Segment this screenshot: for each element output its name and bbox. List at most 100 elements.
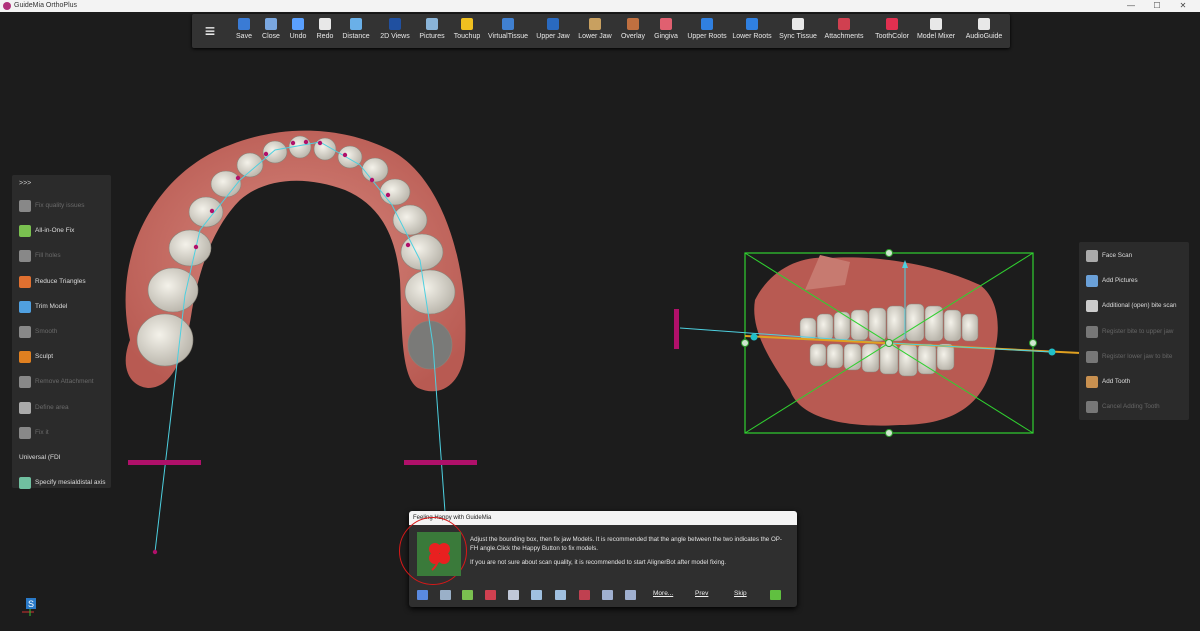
toolbar-button-upper-roots[interactable]: Upper Roots: [687, 18, 727, 46]
skip-link[interactable]: Skip: [734, 590, 747, 597]
register-lower-icon: [1086, 350, 1098, 363]
right-panel-item-label: Cancel Adding Tooth: [1102, 403, 1160, 411]
left-panel-item-trim-model[interactable]: Trim Model: [17, 297, 109, 317]
toolbar-button-virtualtissue[interactable]: VirtualTissue: [488, 18, 528, 46]
jaw-icon[interactable]: [485, 590, 496, 600]
sync-tissue-icon: [792, 18, 804, 30]
menu-lines-icon[interactable]: [417, 590, 428, 600]
right-panel-item-register-lower-jaw-to-bite[interactable]: Register lower jaw to bite: [1084, 347, 1188, 367]
left-panel-item-all-in-one-fix[interactable]: All-in-One Fix: [17, 221, 109, 241]
toolbar-button-label: Distance: [342, 33, 370, 40]
right-panel-item-add-tooth[interactable]: Add Tooth: [1084, 372, 1188, 392]
hamburger-menu-button[interactable]: ≡: [198, 20, 222, 42]
toolbar-button-label: Upper Roots: [687, 33, 727, 40]
more-link[interactable]: More...: [653, 590, 673, 597]
model-fix-panel: >>> Fix quality issues All-in-One Fix Fill…: [12, 175, 111, 490]
lower-jaw-model[interactable]: [125, 130, 477, 555]
dialog-message: Adjust the bounding box, then fix jaw Mo…: [470, 536, 790, 574]
toolbar-button-label: ToothColor: [875, 33, 909, 40]
gingiva-icon: [660, 18, 672, 30]
panel-collapse-toggle[interactable]: >>>: [19, 180, 31, 187]
audio-guide-icon: [978, 18, 990, 30]
toolbar-button-audioguide[interactable]: AudioGuide: [964, 18, 1004, 46]
toolbar-button-lower-roots[interactable]: Lower Roots: [732, 18, 772, 46]
toolbar-button-model-mixer[interactable]: Model Mixer: [916, 18, 956, 46]
left-panel-item-label: Fill holes: [35, 252, 61, 260]
bite-scan-icon: [1086, 300, 1098, 313]
search-tooth-icon[interactable]: [531, 590, 542, 600]
right-panel-item-additional-open-bite-scan[interactable]: Additional (open) bite scan: [1084, 296, 1188, 316]
toolbar-button-label: Pictures: [419, 33, 445, 40]
toolbar-button-toothcolor[interactable]: ToothColor: [872, 18, 912, 46]
right-panel-item-label: Face Scan: [1102, 252, 1133, 259]
toolbar-button-label: Upper Jaw: [536, 33, 570, 40]
register-upper-icon: [1086, 325, 1098, 338]
toolbar-button-lower-jaw[interactable]: Lower Jaw: [575, 18, 615, 46]
toolbar-button-label: Lower Jaw: [578, 33, 612, 40]
upper-jaw-icon: [547, 18, 559, 30]
define-area-icon: [19, 401, 31, 414]
attachments-icon: [838, 18, 850, 30]
align-icon[interactable]: [625, 590, 636, 600]
left-panel-item-smooth[interactable]: Smooth: [17, 322, 109, 342]
tooth-color-icon: [886, 18, 898, 30]
left-panel-item-fix-quality-issues[interactable]: Fix quality issues: [17, 196, 109, 216]
toolbar-button-label: VirtualTissue: [488, 33, 529, 40]
toolbar-button-distance[interactable]: Distance: [336, 18, 376, 46]
left-panel-item-remove-attachment[interactable]: Remove Attachment: [17, 372, 109, 392]
bite-model-side-view[interactable]: [674, 249, 1101, 437]
toolbar-button-upper-jaw[interactable]: Upper Jaw: [533, 18, 573, 46]
redo-icon: [319, 18, 331, 30]
lower-jaw-icon: [589, 18, 601, 30]
svg-text:S: S: [28, 599, 34, 609]
toolbar-button-2d-views[interactable]: 2D Views: [375, 18, 415, 46]
cancel-add-tooth-icon: [1086, 401, 1098, 414]
left-panel-item-fill-holes[interactable]: Fill holes: [17, 246, 109, 266]
left-panel-item-sculpt[interactable]: Sculpt: [17, 347, 109, 367]
dialog-message-2: If you are not sure about scan quality, …: [470, 559, 727, 566]
toolbar-button-gingiva[interactable]: Gingiva: [646, 18, 686, 46]
left-panel-item-universal-fdi[interactable]: Universal (FDI: [17, 448, 109, 468]
camera-icon[interactable]: [770, 590, 781, 600]
ruler-icon: [350, 18, 362, 30]
right-panel-item-label: Add Pictures: [1102, 277, 1138, 285]
toolbar-button-pictures[interactable]: Pictures: [412, 18, 452, 46]
save-icon: [238, 18, 250, 30]
tools-icon[interactable]: [462, 590, 473, 600]
lower-roots-icon: [746, 18, 758, 30]
left-panel-item-fix-it[interactable]: Fix it: [17, 423, 109, 443]
toolbar-button-label: 2D Views: [380, 33, 410, 40]
toolbar-button-sync-tissue[interactable]: Sync Tissue: [778, 18, 818, 46]
toolbar-button-label: Touchup: [453, 33, 481, 40]
panel-icon[interactable]: [440, 590, 451, 600]
tooth-icon[interactable]: [508, 590, 519, 600]
left-panel-item-label: Define area: [35, 403, 69, 411]
prev-link[interactable]: Prev: [695, 590, 708, 597]
bank-icon[interactable]: [602, 590, 613, 600]
happy-guide-dialog: Feeling Happy with GuideMia Adjust the b…: [399, 511, 797, 607]
right-panel-item-add-pictures[interactable]: Add Pictures: [1084, 271, 1188, 291]
dialog-title: Feeling Happy with GuideMia: [409, 511, 797, 525]
main-toolbar: ≡ Save Close Undo Redo Distance 2D Views Pictu…: [192, 14, 1010, 48]
s-logo-icon: S: [22, 596, 38, 616]
happy-button[interactable]: [417, 532, 461, 576]
undo-icon: [292, 18, 304, 30]
toolbar-button-attachments[interactable]: Attachments: [824, 18, 864, 46]
sculpt-icon: [19, 351, 31, 364]
right-panel-item-face-scan[interactable]: Face Scan: [1084, 246, 1188, 266]
left-panel-item-specify-mesialdistal-axis[interactable]: Specify mesialdistal axis: [17, 473, 109, 493]
left-panel-item-reduce-triangles[interactable]: Reduce Triangles: [17, 272, 109, 292]
toolbar-button-touchup[interactable]: Touchup: [447, 18, 487, 46]
right-panel-item-cancel-adding-tooth[interactable]: Cancel Adding Tooth: [1084, 397, 1188, 417]
left-panel-item-label: All-in-One Fix: [35, 227, 75, 235]
pictures-icon: [426, 18, 438, 30]
screen-icon[interactable]: [555, 590, 566, 600]
remove-attachment-icon: [19, 376, 31, 389]
left-panel-item-define-area[interactable]: Define area: [17, 398, 109, 418]
right-panel-item-register-bite-to-upper-jaw[interactable]: Register bite to upper jaw: [1084, 322, 1188, 342]
smooth-icon: [19, 326, 31, 338]
dialog-toolbar: More... Prev Skip: [409, 587, 797, 605]
attachment-icon[interactable]: [579, 590, 590, 600]
left-panel-item-label: Sculpt: [35, 353, 54, 361]
tools-icon: [19, 200, 31, 212]
